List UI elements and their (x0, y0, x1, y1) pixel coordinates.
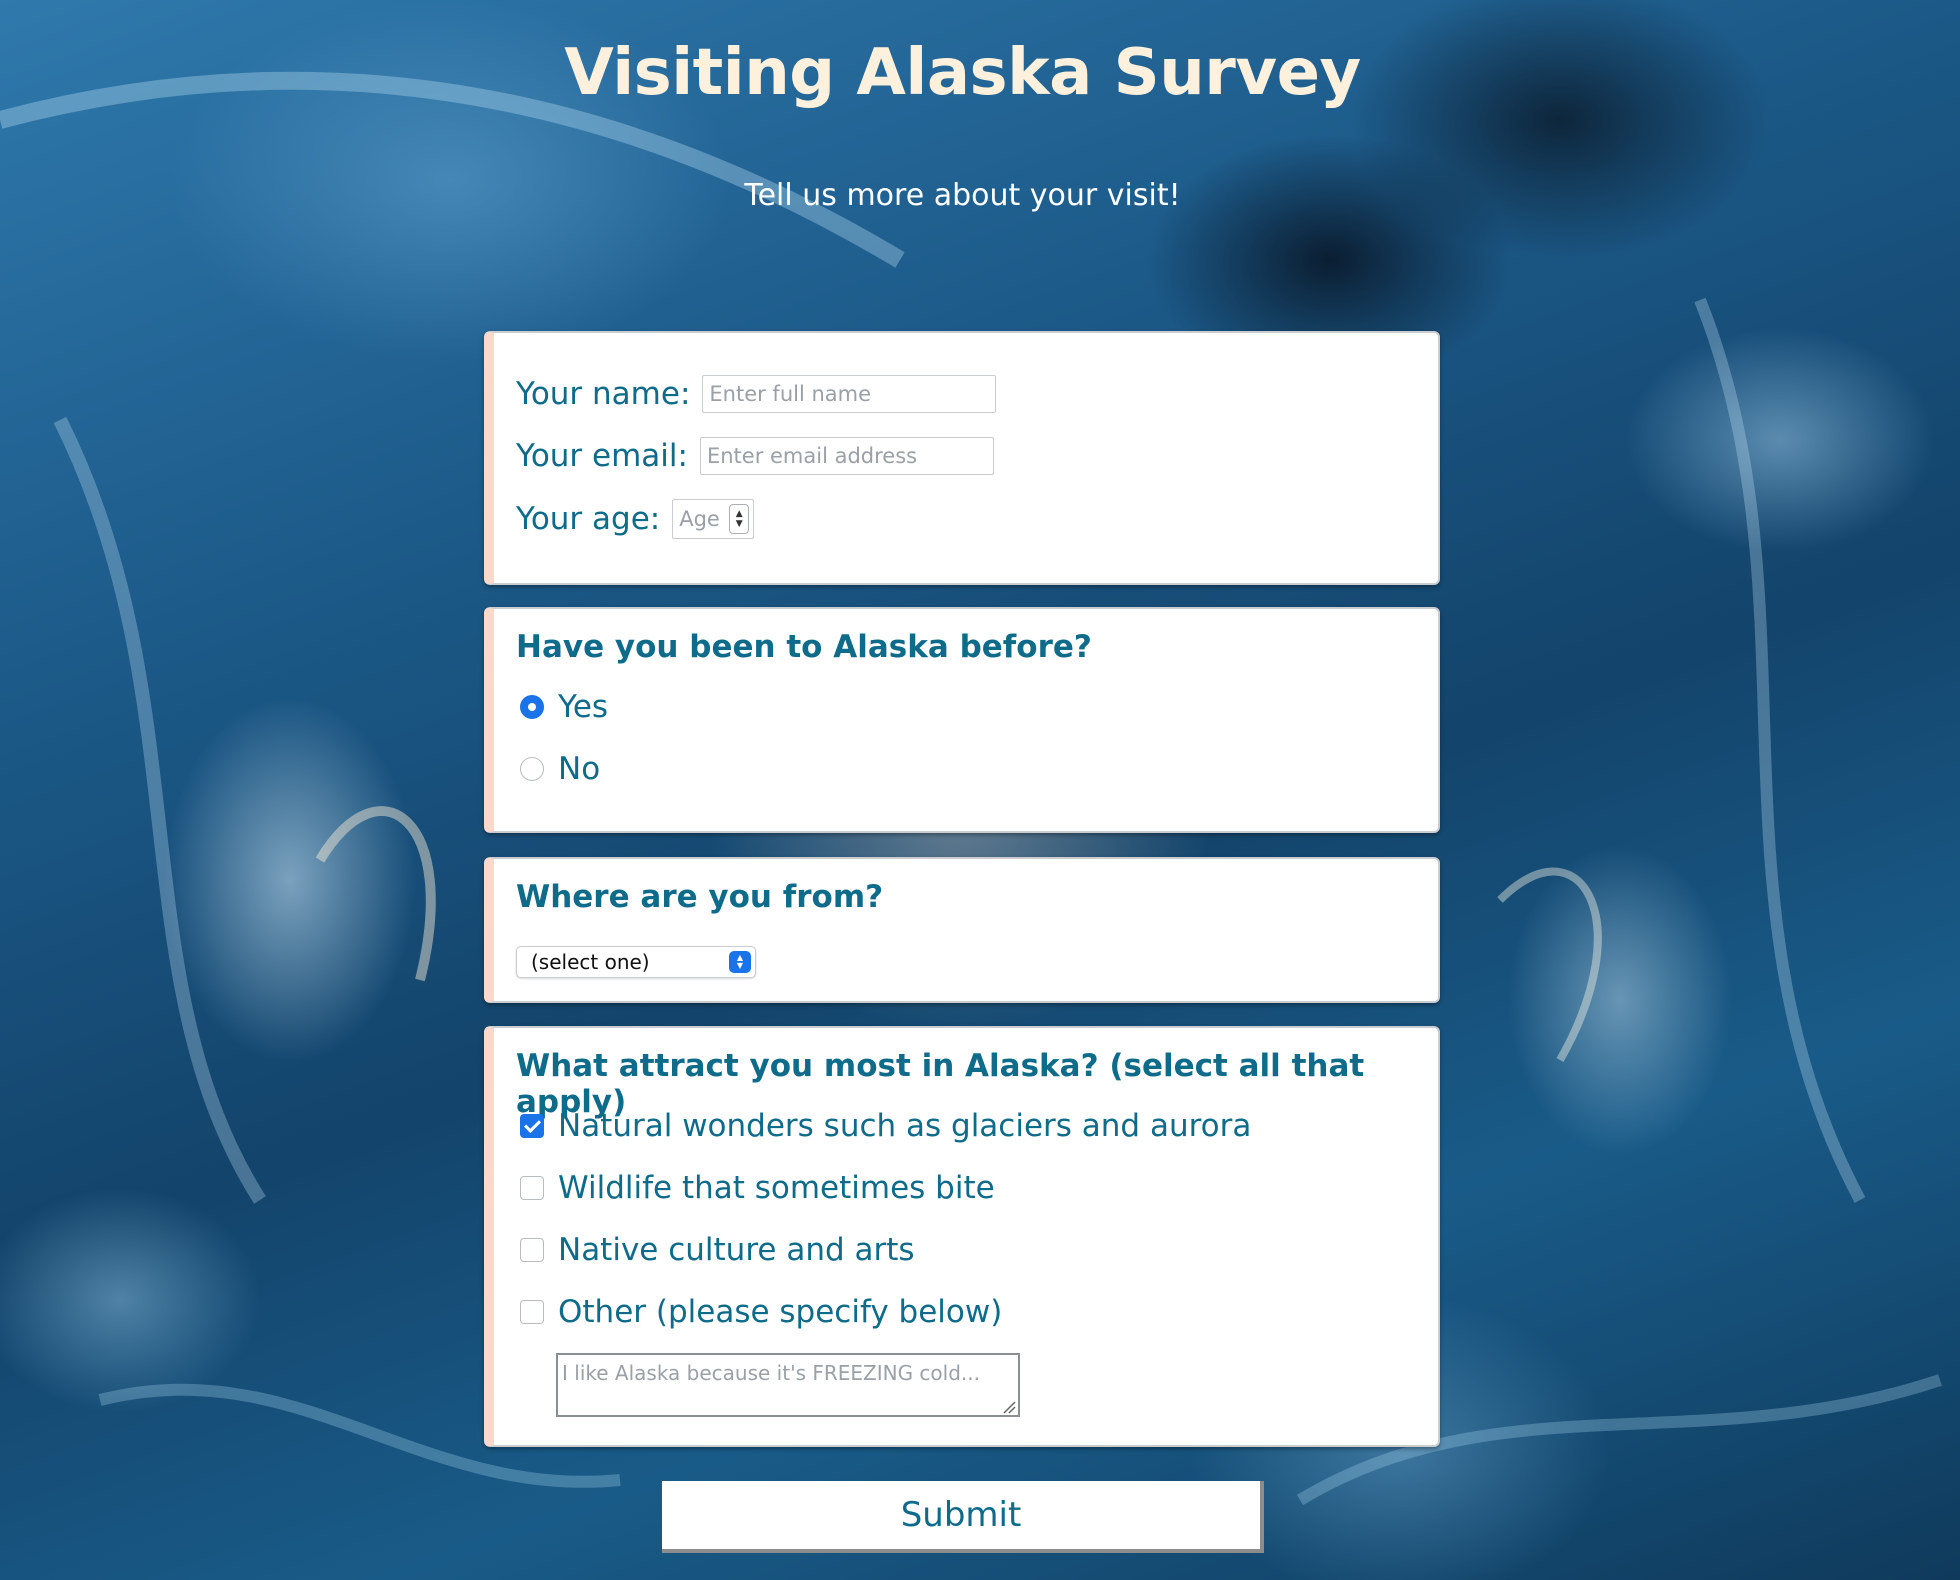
origin-question: Where are you from? (516, 879, 884, 915)
radio-unchecked-icon[interactable] (520, 757, 544, 781)
origin-select[interactable]: (select one) ▲ ▼ (516, 946, 756, 978)
attraction-option-natural[interactable]: Natural wonders such as glaciers and aur… (516, 1108, 1251, 1144)
name-input[interactable] (702, 375, 997, 413)
checkbox-unchecked-icon[interactable] (520, 1176, 544, 1200)
attractions-card: What attract you most in Alaska? (select… (484, 1026, 1440, 1447)
email-row: Your email: (516, 437, 994, 475)
origin-select-value: (select one) (531, 950, 650, 974)
attraction-option-label: Wildlife that sometimes bite (558, 1170, 995, 1206)
email-input[interactable] (699, 437, 994, 475)
attraction-option-label: Native culture and arts (558, 1232, 915, 1268)
visited-card: Have you been to Alaska before? Yes No (484, 607, 1440, 833)
attraction-option-wildlife[interactable]: Wildlife that sometimes bite (516, 1170, 995, 1206)
age-input[interactable] (679, 507, 728, 531)
visited-option-label: No (558, 751, 601, 787)
visited-question: Have you been to Alaska before? (516, 629, 1092, 665)
submit-button[interactable]: Submit (662, 1481, 1264, 1553)
visited-option-label: Yes (558, 689, 609, 725)
radio-checked-icon[interactable] (520, 695, 544, 719)
page-title: Visiting Alaska Survey (564, 36, 1361, 110)
personal-info-card: Your name: Your email: Your age: ▲▼ (484, 331, 1440, 585)
checkbox-unchecked-icon[interactable] (520, 1300, 544, 1324)
visited-option-no[interactable]: No (516, 751, 600, 787)
attraction-option-culture[interactable]: Native culture and arts (516, 1232, 915, 1268)
page-subtitle: Tell us more about your visit! (744, 178, 1181, 213)
attraction-option-label: Other (please specify below) (558, 1294, 1003, 1330)
age-row: Your age: ▲▼ (516, 499, 755, 539)
age-field[interactable]: ▲▼ (672, 499, 755, 539)
visited-option-yes[interactable]: Yes (516, 689, 608, 725)
age-label: Your age: (516, 501, 661, 537)
name-label: Your name: (516, 376, 691, 412)
origin-card: Where are you from? (select one) ▲ ▼ (484, 857, 1440, 1003)
checkbox-unchecked-icon[interactable] (520, 1238, 544, 1262)
attraction-option-label: Natural wonders such as glaciers and aur… (558, 1108, 1252, 1144)
name-row: Your name: (516, 375, 997, 413)
email-label: Your email: (516, 438, 688, 474)
other-specify-textarea[interactable] (556, 1353, 1020, 1417)
survey-page: Visiting Alaska Survey Tell us more abou… (0, 0, 1960, 1580)
select-arrows-icon[interactable]: ▲ ▼ (729, 951, 751, 973)
checkmark-icon[interactable] (520, 1114, 544, 1138)
spinner-arrows-icon[interactable]: ▲ ▼ (729, 504, 750, 534)
attraction-option-other[interactable]: Other (please specify below) (516, 1294, 1002, 1330)
